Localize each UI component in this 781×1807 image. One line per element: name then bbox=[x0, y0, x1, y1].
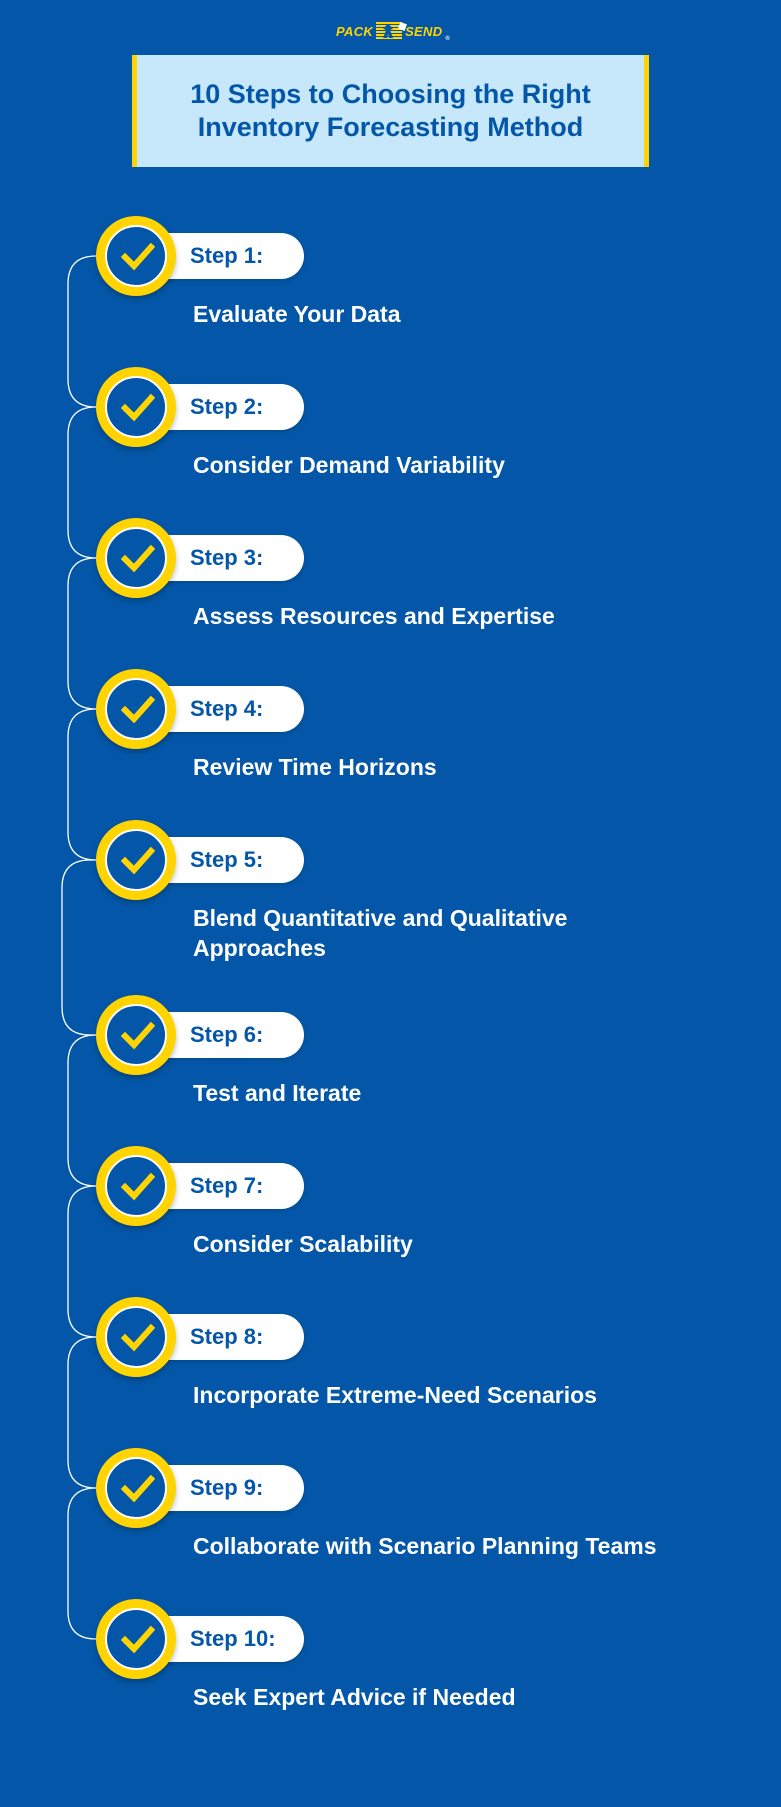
connector-line bbox=[61, 859, 100, 1036]
step-label: Step 7: bbox=[190, 1173, 264, 1198]
connector-line bbox=[67, 557, 100, 710]
step-check-badge bbox=[96, 1448, 176, 1528]
step-description: Consider Demand Variability bbox=[193, 452, 505, 478]
step-description: Evaluate Your Data bbox=[193, 301, 401, 327]
step-check-badge bbox=[96, 669, 176, 749]
check-icon bbox=[105, 527, 167, 589]
step-check-badge bbox=[96, 216, 176, 296]
step-description: Test and Iterate bbox=[193, 1080, 362, 1106]
connector-line bbox=[67, 406, 100, 559]
title-banner: 10 Steps to Choosing the Right Inventory… bbox=[132, 55, 649, 167]
check-icon bbox=[105, 1608, 167, 1670]
step-label: Step 6: bbox=[190, 1022, 264, 1047]
step-check-badge bbox=[96, 995, 176, 1075]
registered-mark: ® bbox=[445, 36, 451, 42]
logo-text-send: SEND bbox=[405, 23, 443, 39]
step-label: Step 3: bbox=[190, 545, 264, 570]
check-icon bbox=[105, 829, 167, 891]
step-description: Incorporate Extreme-Need Scenarios bbox=[193, 1382, 597, 1408]
step-label: Step 10: bbox=[190, 1626, 276, 1651]
title-line-1: 10 Steps to Choosing the Right bbox=[190, 79, 591, 109]
pack-send-logo: PACK SEND ® bbox=[336, 20, 450, 42]
check-icon bbox=[105, 678, 167, 740]
step-description: Assess Resources and Expertise bbox=[193, 603, 555, 629]
step-description: Collaborate with Scenario Planning Teams bbox=[193, 1533, 657, 1559]
step-check-badge bbox=[96, 367, 176, 447]
page-title: 10 Steps to Choosing the Right Inventory… bbox=[190, 78, 591, 144]
step-label: Step 4: bbox=[190, 696, 264, 721]
check-icon bbox=[105, 1457, 167, 1519]
connector-line bbox=[67, 1336, 100, 1489]
step-label: Step 8: bbox=[190, 1324, 264, 1349]
step-check-badge bbox=[96, 1146, 176, 1226]
check-icon bbox=[105, 376, 167, 438]
title-line-2: Inventory Forecasting Method bbox=[197, 112, 584, 142]
connector-line bbox=[67, 1185, 100, 1338]
step-check-badge bbox=[96, 518, 176, 598]
connector-line bbox=[67, 708, 100, 861]
step-label: Step 2: bbox=[190, 394, 264, 419]
step-label: Step 9: bbox=[190, 1475, 264, 1500]
step-check-badge bbox=[96, 1297, 176, 1377]
logo-text-pack: PACK bbox=[336, 23, 374, 39]
connector-line bbox=[67, 255, 100, 408]
step-description: Blend Quantitative and Qualitative Appro… bbox=[193, 905, 568, 961]
step-description: Seek Expert Advice if Needed bbox=[193, 1684, 516, 1710]
step-description: Review Time Horizons bbox=[193, 754, 437, 780]
logo-figure-icon bbox=[376, 22, 408, 40]
step-check-badge bbox=[96, 1599, 176, 1679]
check-icon bbox=[105, 225, 167, 287]
step-label: Step 1: bbox=[190, 243, 264, 268]
connector-line bbox=[67, 1487, 100, 1640]
step-label: Step 5: bbox=[190, 847, 264, 872]
connector-line bbox=[67, 1034, 100, 1187]
check-icon bbox=[105, 1155, 167, 1217]
check-icon bbox=[105, 1004, 167, 1066]
step-description: Consider Scalability bbox=[193, 1231, 413, 1257]
step-check-badge bbox=[96, 820, 176, 900]
check-icon bbox=[105, 1306, 167, 1368]
